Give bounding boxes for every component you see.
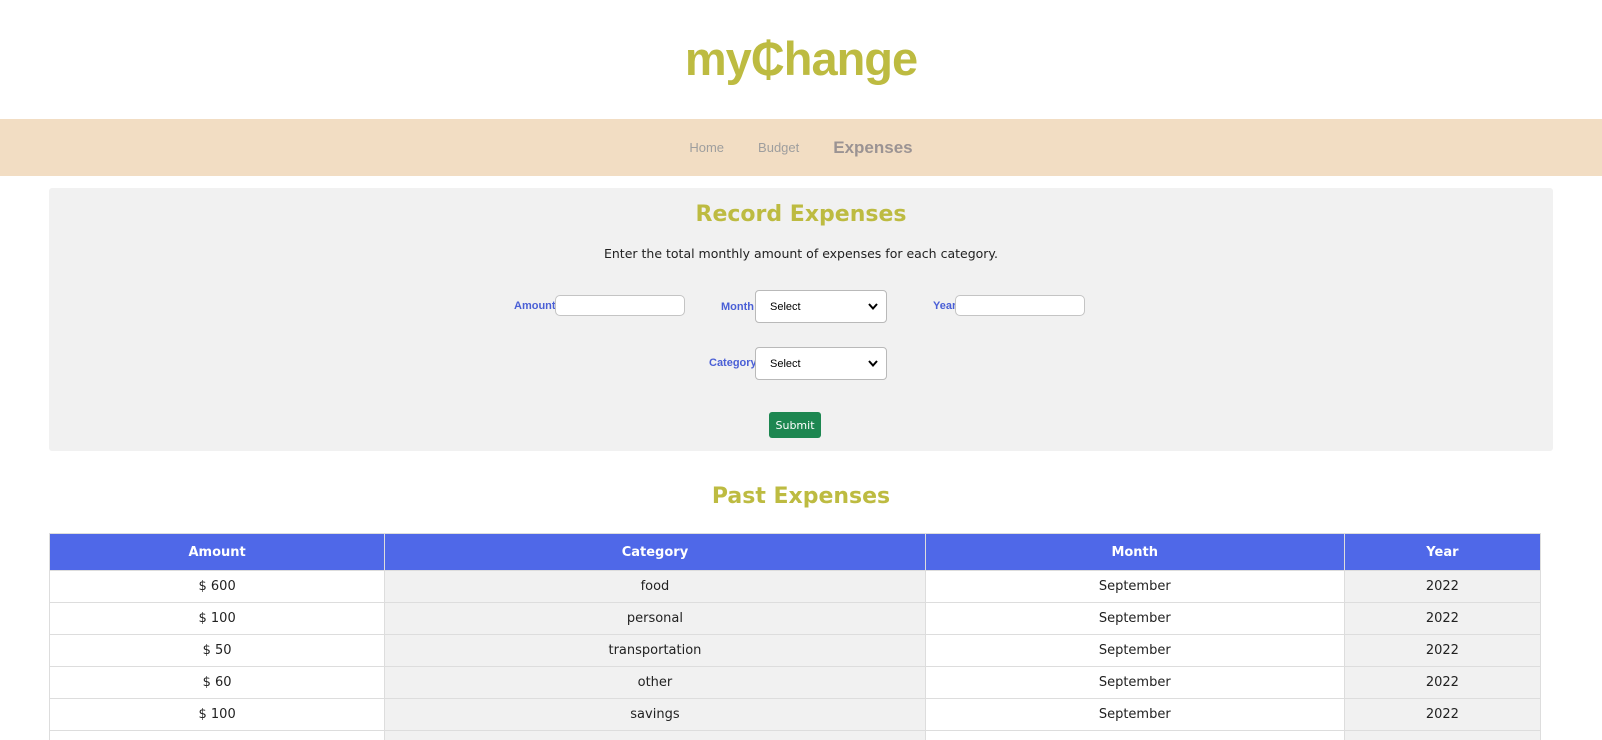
column-header-month: Month <box>924 533 1345 571</box>
record-expenses-panel: Record Expenses Enter the total monthly … <box>49 188 1553 451</box>
nav-item-home[interactable]: Home <box>689 140 724 155</box>
cell-month <box>924 730 1345 740</box>
nav-bar: Home Budget Expenses <box>0 119 1602 176</box>
category-select-value: Select <box>770 357 801 370</box>
amount-input[interactable] <box>555 295 685 316</box>
cell-category: personal <box>384 602 926 635</box>
table-row <box>48 730 1542 740</box>
cell-month: September <box>924 602 1345 635</box>
nav-item-budget[interactable]: Budget <box>758 140 799 155</box>
cell-year: 2022 <box>1343 666 1542 699</box>
table-row: $ 100 personal September 2022 <box>48 602 1542 635</box>
cell-year: 2022 <box>1343 698 1542 731</box>
cell-month: September <box>924 666 1345 699</box>
cell-amount: $ 100 <box>48 602 386 635</box>
year-label: Year <box>933 300 957 312</box>
cell-category: savings <box>384 698 926 731</box>
header: my₵hange <box>0 0 1602 119</box>
column-header-category: Category <box>384 533 926 571</box>
past-expenses-title: Past Expenses <box>711 484 891 509</box>
cell-amount: $ 60 <box>48 666 386 699</box>
column-header-amount: Amount <box>48 533 386 571</box>
table-row: $ 60 other September 2022 <box>48 666 1542 699</box>
logo[interactable]: my₵hange <box>685 31 918 86</box>
record-expenses-description: Enter the total monthly amount of expens… <box>603 246 999 261</box>
cell-month: September <box>924 698 1345 731</box>
nav-item-expenses[interactable]: Expenses <box>833 138 912 158</box>
cell-year: 2022 <box>1343 634 1542 667</box>
past-expenses-table: Amount Category Month Year $ 600 food Se… <box>48 533 1542 740</box>
cell-amount: $ 50 <box>48 634 386 667</box>
month-select-value: Select <box>770 300 801 313</box>
cell-month: September <box>924 634 1345 667</box>
month-label: Month <box>721 301 754 313</box>
year-input[interactable] <box>955 295 1085 316</box>
cell-month: September <box>924 570 1345 603</box>
cell-category: other <box>384 666 926 699</box>
chevron-down-icon <box>868 360 878 368</box>
cell-category: food <box>384 570 926 603</box>
record-expenses-title: Record Expenses <box>695 202 907 227</box>
table-row: $ 100 savings September 2022 <box>48 698 1542 731</box>
cell-year: 2022 <box>1343 570 1542 603</box>
category-select[interactable]: Select <box>755 347 887 380</box>
cell-year <box>1343 730 1542 740</box>
cell-amount: $ 600 <box>48 570 386 603</box>
cell-year: 2022 <box>1343 602 1542 635</box>
cell-category <box>384 730 926 740</box>
amount-label: Amount <box>514 300 556 312</box>
table-header-row: Amount Category Month Year <box>48 533 1542 571</box>
submit-button[interactable]: Submit <box>769 412 821 438</box>
chevron-down-icon <box>868 303 878 311</box>
table-row: $ 50 transportation September 2022 <box>48 634 1542 667</box>
column-header-year: Year <box>1343 533 1542 571</box>
month-select[interactable]: Select <box>755 290 887 323</box>
cell-amount: $ 100 <box>48 698 386 731</box>
table-row: $ 600 food September 2022 <box>48 570 1542 603</box>
cell-category: transportation <box>384 634 926 667</box>
cell-amount <box>48 730 386 740</box>
category-label: Category <box>709 357 757 369</box>
